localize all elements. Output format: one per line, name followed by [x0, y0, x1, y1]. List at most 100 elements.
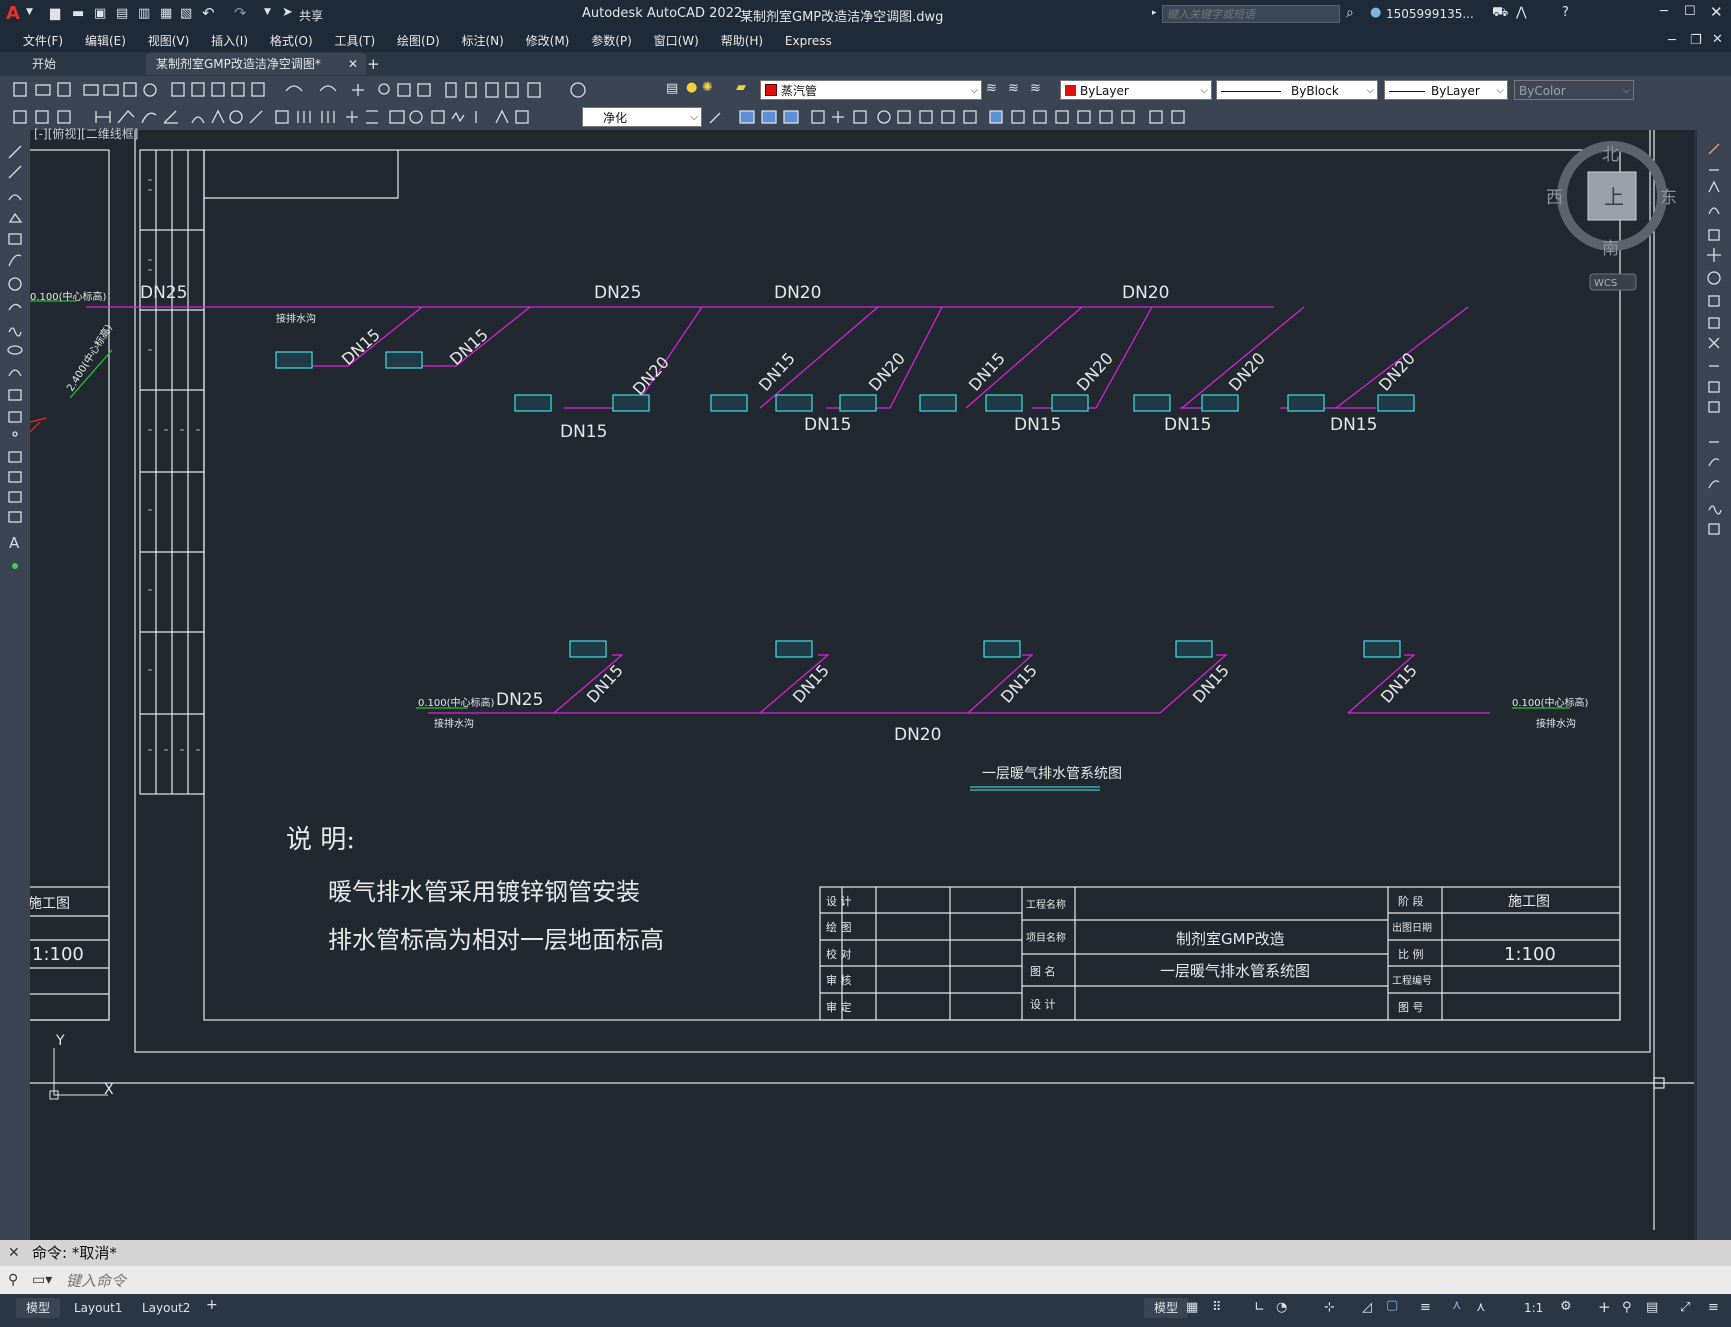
- layer-previous-icon[interactable]: ≋: [1008, 81, 1019, 96]
- share-icon[interactable]: ➤: [282, 5, 293, 20]
- cmd-recent-icon[interactable]: ▭▾: [32, 1266, 52, 1294]
- print-icon[interactable]: ▧: [180, 6, 192, 21]
- customization-icon[interactable]: ≡: [1708, 1300, 1719, 1315]
- annotation-visibility-icon[interactable]: ⋏: [1452, 1298, 1462, 1313]
- annotation-monitor-icon[interactable]: ≡: [1420, 1300, 1431, 1315]
- layer-lock-icon[interactable]: ▰: [736, 80, 746, 95]
- cmd-close-icon[interactable]: ✕: [8, 1240, 20, 1266]
- close-icon[interactable]: ✕: [1710, 3, 1723, 21]
- auto-scale-icon[interactable]: ⋏: [1476, 1300, 1486, 1315]
- tab-close-icon[interactable]: ✕: [348, 53, 358, 75]
- layer-freeze-icon[interactable]: ✺: [702, 80, 713, 95]
- open-from-web-icon[interactable]: ▥: [138, 6, 150, 21]
- menu-file[interactable]: 文件(F): [14, 30, 72, 52]
- add-layout-icon[interactable]: +: [206, 1297, 218, 1313]
- search-icon[interactable]: ⌕: [1346, 5, 1354, 21]
- drawing-svg[interactable]: 0.100(中心标高) 2.400(中心标高) 接排水沟 DN25 DN25 D…: [30, 130, 1694, 1235]
- new-tab-icon[interactable]: +: [367, 55, 380, 73]
- viewport-controls[interactable]: [-][俯视][二维线框]: [34, 125, 138, 142]
- modify-toolbar-icons[interactable]: [706, 107, 1226, 127]
- polar-icon[interactable]: ◔: [1276, 1300, 1287, 1315]
- osnap-icon[interactable]: ⊹: [1324, 1300, 1335, 1315]
- isolate-objects-icon[interactable]: ⚲: [1622, 1300, 1632, 1315]
- open-icon[interactable]: ▬: [72, 6, 84, 21]
- user-name[interactable]: 1505999135...: [1386, 7, 1474, 21]
- menu-modify[interactable]: 修改(M): [517, 30, 579, 52]
- layer-combo[interactable]: 蒸汽管 ⌵: [760, 80, 982, 100]
- annotate-plus-icon[interactable]: +: [1598, 1298, 1611, 1316]
- plotstyle-combo[interactable]: ByColor ⌵: [1514, 80, 1634, 100]
- hardware-accel-icon[interactable]: ▤: [1646, 1300, 1658, 1315]
- search-expand-icon[interactable]: ▸: [1152, 8, 1157, 18]
- minimize-icon[interactable]: ─: [1660, 4, 1668, 19]
- layout-tab-model[interactable]: 模型: [16, 1298, 61, 1318]
- dimension-toolbar-icons[interactable]: [6, 107, 576, 127]
- snap-icon[interactable]: ⠿: [1212, 1300, 1222, 1315]
- draw-tool-icons[interactable]: A: [0, 130, 30, 590]
- plot-icon[interactable]: ▦: [160, 6, 172, 21]
- viewcube-east[interactable]: 东: [1660, 188, 1677, 208]
- command-input[interactable]: [64, 1269, 1708, 1293]
- menu-dimension[interactable]: 标注(N): [452, 30, 512, 52]
- cmd-customize-icon[interactable]: ⚲: [8, 1266, 18, 1294]
- clean-screen-icon[interactable]: ⤢: [1680, 1300, 1690, 1315]
- workspace-gear-icon[interactable]: ⚙: [1560, 1299, 1572, 1314]
- linetype-combo[interactable]: ByBlock ⌵: [1216, 80, 1378, 100]
- menu-draw[interactable]: 绘图(D): [388, 30, 449, 52]
- make-current-layer-icon[interactable]: ≋: [986, 81, 997, 96]
- tab-start-label: 开始: [32, 57, 57, 71]
- doc-restore-icon[interactable]: ❐: [1690, 33, 1702, 48]
- viewcube-north[interactable]: 北: [1602, 145, 1619, 165]
- menu-format[interactable]: 格式(O): [261, 30, 322, 52]
- lineweight-combo[interactable]: ByLayer ⌵: [1384, 80, 1508, 100]
- viewcube-west[interactable]: 西: [1546, 188, 1563, 208]
- search-input[interactable]: [1162, 5, 1340, 23]
- user-icon[interactable]: ●: [1370, 5, 1381, 20]
- save-icon[interactable]: ▣: [94, 6, 106, 21]
- doc-minimize-icon[interactable]: ─: [1668, 33, 1676, 48]
- new-icon[interactable]: ▆: [50, 6, 60, 21]
- undo-icon[interactable]: ↶: [202, 4, 215, 22]
- menu-view[interactable]: 视图(V): [139, 30, 199, 52]
- layer-manager-icon[interactable]: ▤: [666, 81, 678, 96]
- tab-drawing[interactable]: 某制剂室GMP改造洁净空调图* ✕: [146, 53, 366, 75]
- modify-tool-icons[interactable]: [1697, 130, 1731, 550]
- app-menu-dropdown-icon[interactable]: ▼: [26, 7, 33, 17]
- model-space-button[interactable]: 模型: [1144, 1298, 1189, 1318]
- customize-dropdown-icon[interactable]: ▼: [264, 7, 271, 17]
- ortho-icon[interactable]: ∟: [1254, 1300, 1265, 1315]
- selection-cycling-icon[interactable]: ▢: [1386, 1298, 1398, 1313]
- autocad-logo-icon[interactable]: A: [6, 4, 24, 24]
- dimstyle-combo[interactable]: 净化 ⌵: [582, 107, 702, 127]
- grid-icon[interactable]: ▦: [1186, 1300, 1198, 1315]
- menu-window[interactable]: 窗口(W): [645, 30, 708, 52]
- help-icon[interactable]: ?: [1562, 5, 1569, 20]
- viewcube[interactable]: 上 北 南 西 东 WCS: [1546, 141, 1677, 291]
- menu-tools[interactable]: 工具(T): [326, 30, 385, 52]
- redo-icon[interactable]: ↷: [234, 4, 247, 22]
- share-button[interactable]: 共享: [299, 7, 323, 24]
- doc-close-icon[interactable]: ✕: [1712, 32, 1723, 47]
- menu-edit[interactable]: 编辑(E): [76, 30, 135, 52]
- layout-tab-layout1[interactable]: Layout1: [64, 1298, 132, 1318]
- menu-help[interactable]: 帮助(H): [712, 30, 772, 52]
- color-combo[interactable]: ByLayer ⌵: [1060, 80, 1212, 100]
- menu-express[interactable]: Express: [776, 30, 841, 52]
- menu-insert[interactable]: 插入(I): [202, 30, 257, 52]
- lineweight-icon[interactable]: ◿: [1362, 1300, 1372, 1315]
- layout-tab-layout2[interactable]: Layout2: [132, 1298, 200, 1318]
- tab-start[interactable]: 开始: [22, 53, 152, 75]
- layer-on-icon[interactable]: ●: [686, 80, 697, 95]
- annotation-scale[interactable]: 1:1: [1524, 1301, 1543, 1315]
- title-bar: A ▼ ▆ ▬ ▣ ▤ ▥ ▦ ▧ ↶ ↷ ▼ ➤ 共享 Autodesk Au…: [0, 0, 1731, 30]
- menu-bar: 文件(F) 编辑(E) 视图(V) 插入(I) 格式(O) 工具(T) 绘图(D…: [0, 30, 1731, 52]
- maximize-icon[interactable]: ☐: [1684, 4, 1696, 19]
- autodesk-a360-icon[interactable]: ⋀: [1516, 5, 1527, 20]
- viewcube-south[interactable]: 南: [1602, 239, 1619, 259]
- drawing-canvas[interactable]: 0.100(中心标高) 2.400(中心标高) 接排水沟 DN25 DN25 D…: [30, 127, 1694, 1235]
- layer-match-icon[interactable]: ≋: [1030, 81, 1041, 96]
- menu-parametric[interactable]: 参数(P): [582, 30, 641, 52]
- standard-toolbar-icons[interactable]: [6, 80, 666, 100]
- save-as-icon[interactable]: ▤: [116, 6, 128, 21]
- cart-icon[interactable]: ⛟: [1492, 5, 1508, 22]
